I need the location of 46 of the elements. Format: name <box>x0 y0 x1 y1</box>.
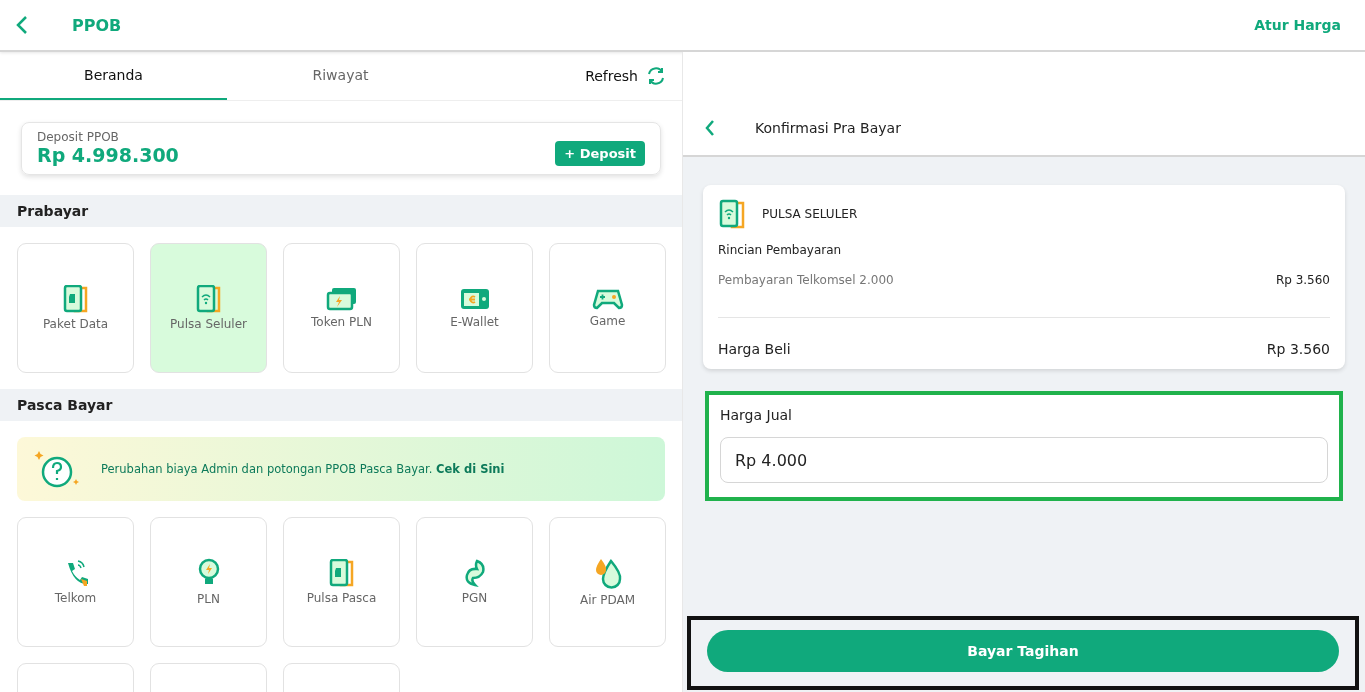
tile-label: Air PDAM <box>579 593 636 607</box>
deposit-amount: Rp 4.998.300 <box>37 144 179 166</box>
section-header: Prabayar <box>0 195 682 227</box>
category-tile[interactable]: Telkom <box>17 517 134 647</box>
tile-label: PLN <box>197 592 220 606</box>
tile-label: Game <box>589 314 626 328</box>
wallet-icon <box>458 287 491 311</box>
buy-price-value: Rp 3.560 <box>1266 341 1330 357</box>
tile-label: Pulsa Seluler <box>170 317 247 331</box>
page-title: PPOB <box>72 15 122 35</box>
tile-label: E-Wallet <box>450 315 499 329</box>
notice-text: Perubahan biaya Admin dan potongan PPOB Pasca Bayar. Cek di Sini <box>101 462 505 476</box>
back-icon[interactable] <box>16 15 28 35</box>
category-tile[interactable]: Paket Data <box>17 243 134 373</box>
bolt-card-icon <box>325 287 358 311</box>
deposit-label: Deposit PPOB <box>37 130 120 144</box>
section-header: Pasca Bayar <box>0 389 682 421</box>
back-icon[interactable] <box>705 119 715 136</box>
question-sparkle-icon <box>33 449 81 489</box>
category-tile[interactable]: PLN <box>150 517 267 647</box>
tile-label: Token PLN <box>311 315 372 329</box>
tile-label: Pulsa Pasca <box>306 591 377 605</box>
refresh-icon[interactable] <box>646 66 666 86</box>
category-tile[interactable]: Token PLN <box>283 243 400 373</box>
gamepad-icon <box>591 288 624 310</box>
line-item-value: Rp 3.560 <box>1275 273 1330 287</box>
tile-label: Telkom <box>54 591 97 605</box>
sell-price-field[interactable]: Rp 4.000 <box>720 437 1328 483</box>
category-tile[interactable]: E-Wallet <box>416 243 533 373</box>
tile-label: PGN <box>461 591 488 605</box>
buy-price-label: Harga Beli <box>718 341 791 357</box>
refresh-label[interactable]: Refresh <box>585 68 638 84</box>
product-name: PULSA SELULER <box>762 207 858 221</box>
category-tile[interactable]: PGN <box>416 517 533 647</box>
tile-label: Paket Data <box>42 317 109 331</box>
details-title: Rincian Pembayaran <box>718 243 843 257</box>
panel-title: Konfirmasi Pra Bayar <box>755 119 901 136</box>
category-tile[interactable]: Pulsa Seluler <box>150 243 267 373</box>
tab[interactable]: Beranda <box>0 52 227 100</box>
category-tile[interactable]: Air PDAM <box>549 517 666 647</box>
tab[interactable]: Riwayat <box>227 52 454 100</box>
flame-leaf-icon <box>462 559 487 587</box>
line-item-label: Pembayaran Telkomsel 2.000 <box>718 273 894 287</box>
category-tile[interactable]: Pulsa Pasca <box>283 517 400 647</box>
sell-price-label: Harga Jual <box>720 407 793 423</box>
category-tile[interactable]: Game <box>549 243 666 373</box>
